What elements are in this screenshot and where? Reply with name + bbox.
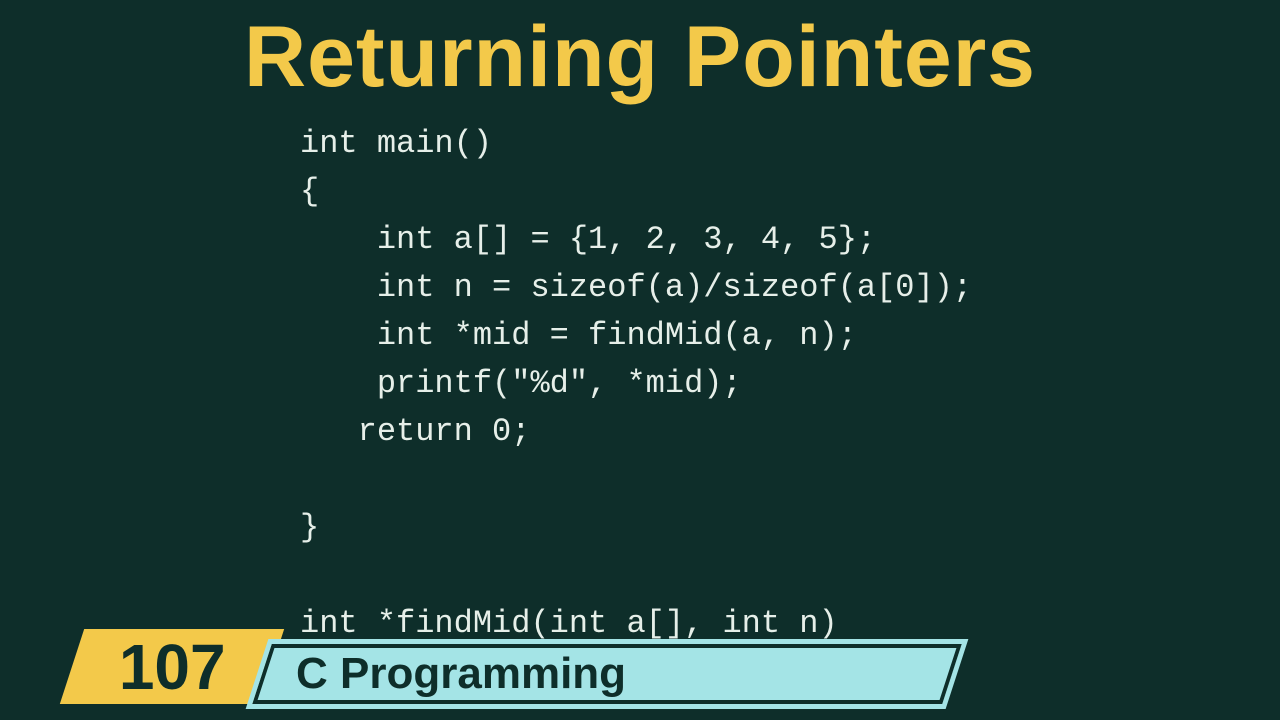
lesson-number-badge: 107 — [60, 629, 284, 704]
subject-label: C Programming — [296, 652, 626, 696]
lesson-number: 107 — [119, 635, 226, 699]
slide-title: Returning Pointers — [0, 8, 1280, 107]
code-block: int main() { int a[] = {1, 2, 3, 4, 5}; … — [300, 120, 972, 696]
subject-badge: C Programming — [252, 644, 961, 704]
